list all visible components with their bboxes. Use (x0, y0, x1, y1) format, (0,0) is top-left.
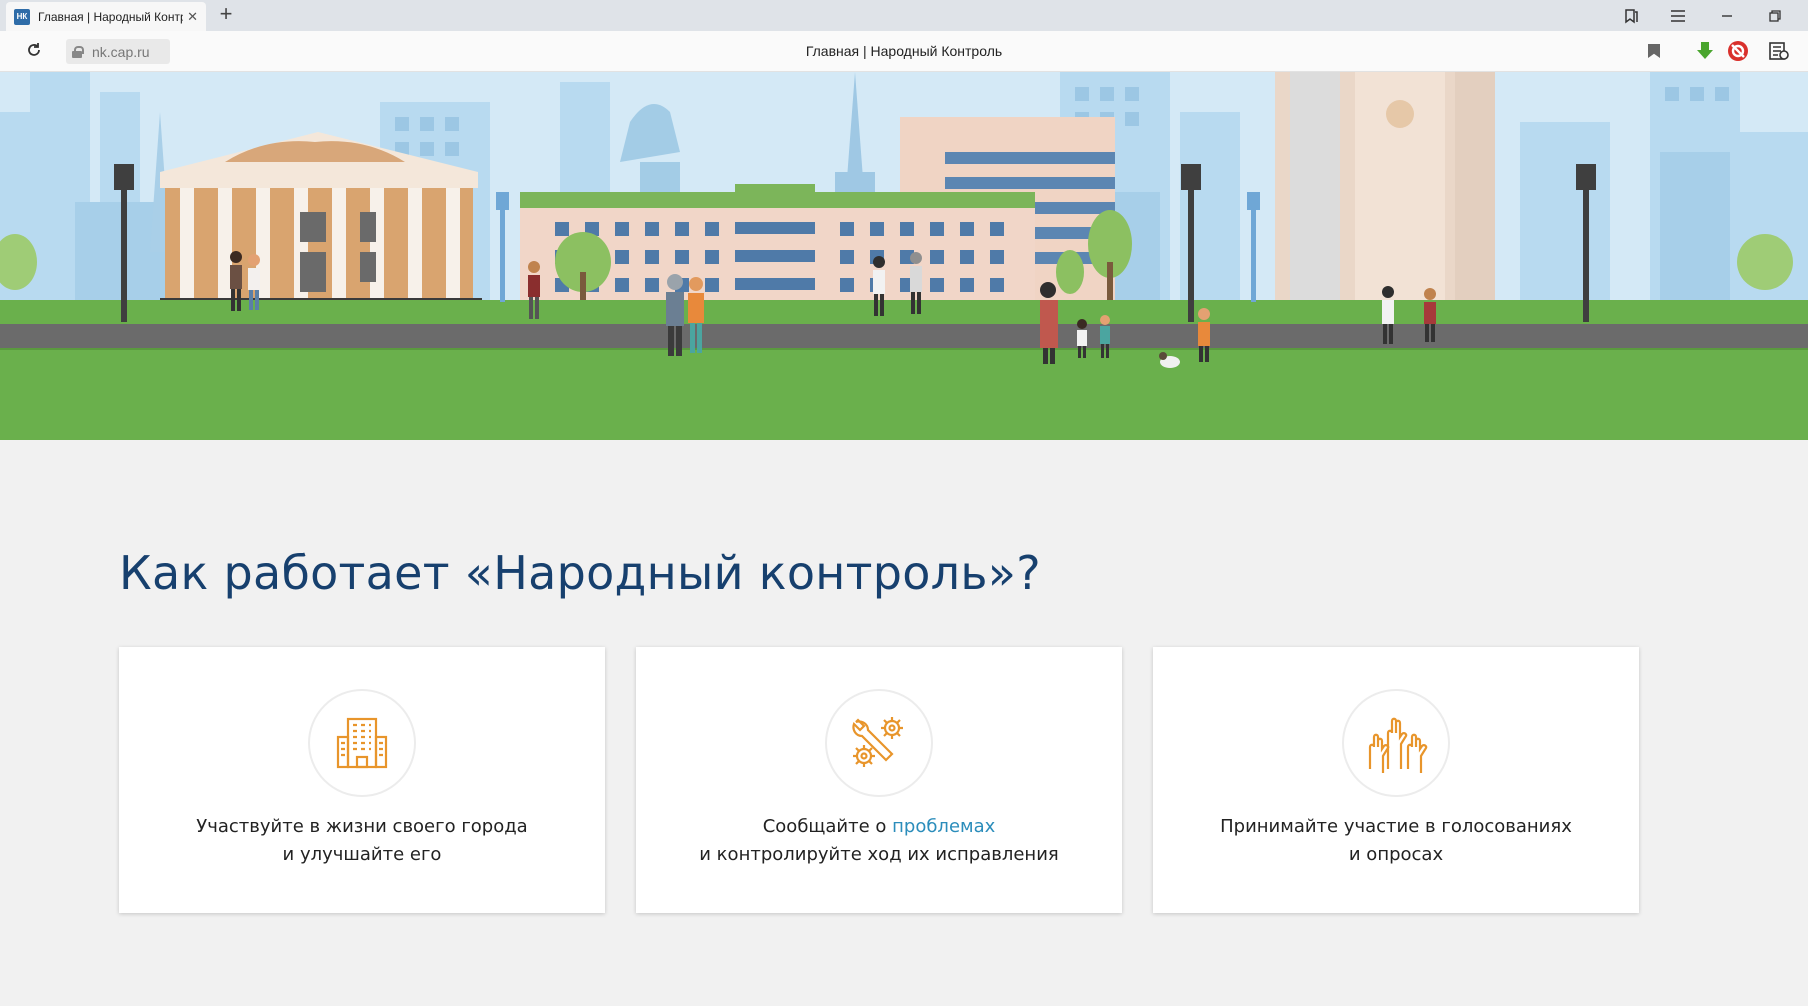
feature-card-line1: Принимайте участие в голосованиях (1220, 816, 1572, 837)
adblock-extension-icon[interactable] (1727, 40, 1749, 62)
browser-address-bar: nk.cap.ru Главная | Народный Контроль (0, 31, 1808, 72)
tab-close-icon[interactable]: ✕ (187, 9, 198, 25)
tools-gears-icon (825, 689, 933, 797)
feature-card-line2: и контролируйте ход их исправления (699, 844, 1059, 865)
raised-hands-icon (1342, 689, 1450, 797)
feature-card-line1: Участвуйте в жизни своего города (196, 816, 528, 837)
browser-tab-bar: НК Главная | Народный Контроль ✕ + (0, 0, 1808, 31)
feature-card-text: Сообщайте о проблемах и контролируйте хо… (636, 813, 1122, 869)
feature-card-line1-prefix: Сообщайте о (762, 816, 893, 837)
reader-extension-icon[interactable] (1768, 40, 1790, 62)
feature-card-problems[interactable]: Сообщайте о проблемах и контролируйте хо… (636, 647, 1122, 913)
download-extension-icon[interactable] (1694, 40, 1716, 62)
section-heading: Как работает «Народный контроль»? (119, 546, 1041, 600)
city-building-icon (308, 689, 416, 797)
feature-card-line2: и улучшайте его (282, 844, 442, 865)
restore-icon[interactable] (1760, 4, 1790, 28)
tab-title: Главная | Народный Контроль (38, 9, 183, 24)
feature-card-city[interactable]: Участвуйте в жизни своего города и улучш… (119, 647, 605, 913)
problems-link[interactable]: проблемах (892, 816, 995, 837)
address-page-title: Главная | Народный Контроль (805, 43, 1003, 59)
menu-hamburger-icon[interactable] (1663, 4, 1693, 28)
feature-card-line2: и опросах (1348, 844, 1444, 865)
site-favicon-icon: НК (14, 8, 30, 25)
feature-card-text: Принимайте участие в голосованиях и опро… (1153, 813, 1639, 869)
new-tab-plus-icon[interactable]: + (214, 3, 238, 27)
bookmarks-panel-icon[interactable] (1616, 4, 1646, 28)
feature-cards: Участвуйте в жизни своего города и улучш… (119, 647, 1640, 913)
feature-card-voting[interactable]: Принимайте участие в голосованиях и опро… (1153, 647, 1639, 913)
browser-tab[interactable]: НК Главная | Народный Контроль ✕ (6, 2, 206, 31)
hero-city-illustration (0, 72, 1808, 440)
feature-card-text: Участвуйте в жизни своего города и улучш… (119, 813, 605, 869)
minimize-icon[interactable] (1712, 4, 1742, 28)
